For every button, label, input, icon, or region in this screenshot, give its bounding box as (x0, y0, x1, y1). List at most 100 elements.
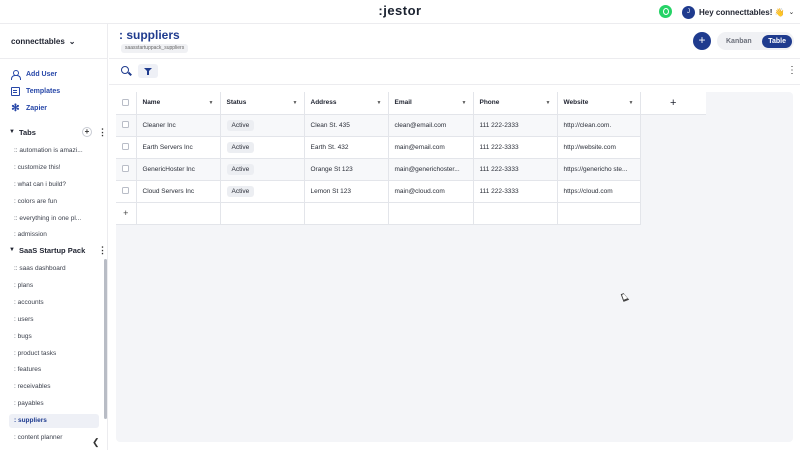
column-header[interactable]: Status ▼ (220, 92, 305, 115)
sidebar-item[interactable]: : product tasks (9, 347, 99, 361)
table-row[interactable]: Earth Servers Inc Active Earth St. 432 m… (116, 136, 706, 159)
sidebar-item[interactable]: : content planner (9, 431, 99, 445)
divider (0, 58, 108, 59)
column-header[interactable]: Website ▼ (557, 92, 641, 115)
row-checkbox[interactable] (116, 136, 137, 159)
pack-section-header[interactable]: ▼ SaaS Startup Pack ⋮ (9, 244, 107, 256)
divider (109, 84, 800, 85)
sidebar-scrollbar[interactable] (104, 259, 107, 419)
caret-down-icon[interactable]: ▼ (293, 100, 298, 106)
user-menu[interactable]: J Hey connecttables! 👋 ⌄ (682, 4, 794, 20)
sidebar-item[interactable]: : plans (9, 279, 99, 293)
sidebar-item[interactable]: : accounts (9, 296, 99, 310)
table-row[interactable]: Cloud Servers Inc Active Lemon St 123 ma… (116, 180, 706, 203)
empty-cell (473, 202, 558, 225)
cell-address[interactable]: Lemon St 123 (304, 180, 389, 203)
column-label: Website (563, 99, 589, 107)
cell-website[interactable]: http://website.com (557, 136, 641, 159)
sidebar-item[interactable]: : features (9, 363, 99, 377)
chevron-down-icon: ⌄ (68, 37, 76, 46)
row-checkbox[interactable] (116, 114, 137, 137)
templates-icon (11, 86, 20, 96)
sidebar-item[interactable]: : what can i build? (9, 178, 99, 192)
sidebar-item[interactable]: :: everything in one pl... (9, 212, 99, 226)
sidebar-item[interactable]: : receivables (9, 380, 99, 394)
tabs-section-header[interactable]: ▼ Tabs + ⋮ (9, 126, 107, 138)
column-header[interactable]: Phone ▼ (473, 92, 558, 115)
cell-website[interactable]: https://cloud.com (557, 180, 641, 203)
column-header[interactable]: Email ▼ (388, 92, 474, 115)
caret-down-icon[interactable]: ▼ (462, 100, 467, 106)
collapse-sidebar-icon[interactable]: ❮ (92, 437, 100, 448)
whatsapp-icon[interactable] (659, 5, 672, 18)
table-row[interactable]: GenericHoster Inc Active Orange St 123 m… (116, 158, 706, 181)
zapier-icon: ✻ (11, 102, 20, 114)
cell-status[interactable]: Active (220, 180, 305, 203)
cell-website[interactable]: http://clean.com. (557, 114, 641, 137)
add-record-button[interactable]: + (693, 32, 711, 50)
cell-address[interactable]: Orange St 123 (304, 158, 389, 181)
add-column-button[interactable]: + (640, 92, 706, 115)
row-checkbox[interactable] (116, 158, 137, 181)
templates-label: Templates (26, 87, 61, 95)
cell-status[interactable]: Active (220, 114, 305, 137)
sidebar-item[interactable]: : bugs (9, 330, 99, 344)
row-checkbox[interactable] (116, 180, 137, 203)
column-header[interactable]: Name ▼ (136, 92, 221, 115)
cell-email[interactable]: main@generichoster... (388, 158, 474, 181)
templates-button[interactable]: Templates (11, 85, 60, 97)
zapier-button[interactable]: ✻ Zapier (11, 102, 47, 114)
status-badge: Active (226, 185, 255, 197)
table-row[interactable]: Cleaner Inc Active Clean St. 435 clean@e… (116, 114, 706, 137)
cell-phone[interactable]: 111 222-3333 (473, 180, 558, 203)
add-user-button[interactable]: Add User (11, 68, 57, 80)
filter-icon[interactable] (138, 64, 158, 78)
cell-email[interactable]: clean@email.com (388, 114, 474, 137)
sidebar-item[interactable]: : admission (9, 228, 99, 242)
data-table: Name ▼ Status ▼ Address ▼ Email ▼ Phone ▼ Web… (116, 92, 706, 225)
cell-name[interactable]: GenericHoster Inc (136, 158, 221, 181)
empty-cell (220, 202, 305, 225)
select-all-checkbox[interactable] (116, 92, 137, 115)
kanban-view-button[interactable]: Kanban (726, 38, 752, 45)
cell-name[interactable]: Cloud Servers Inc (136, 180, 221, 203)
status-badge: Active (226, 141, 255, 153)
caret-down-icon[interactable]: ▼ (629, 100, 634, 106)
sidebar-item[interactable]: : customize this! (9, 161, 99, 175)
column-header[interactable]: Address ▼ (304, 92, 389, 115)
more-options-icon[interactable]: ⋮ (787, 65, 797, 76)
app-logo[interactable]: :jestor (0, 3, 800, 18)
cell-phone[interactable]: 111 222-2333 (473, 114, 558, 137)
sidebar-item-suppliers[interactable]: : suppliers (9, 414, 99, 428)
more-options-icon[interactable]: ⋮ (98, 245, 107, 256)
divider (109, 58, 800, 59)
cell-email[interactable]: main@email.com (388, 136, 474, 159)
add-tab-button[interactable]: + (82, 127, 92, 137)
sidebar-item[interactable]: : users (9, 313, 99, 327)
sidebar-item[interactable]: : payables (9, 397, 99, 411)
table-view-button[interactable]: Table (762, 34, 792, 48)
cell-name[interactable]: Cleaner Inc (136, 114, 221, 137)
caret-down-icon: ▼ (9, 247, 15, 253)
cell-phone[interactable]: 111 222-3333 (473, 158, 558, 181)
cell-address[interactable]: Earth St. 432 (304, 136, 389, 159)
cell-phone[interactable]: 111 222-3333 (473, 136, 558, 159)
more-options-icon[interactable]: ⋮ (98, 127, 107, 138)
add-row[interactable]: + (116, 202, 706, 225)
caret-down-icon[interactable]: ▼ (546, 100, 551, 106)
sidebar-item[interactable]: : colors are fun (9, 195, 99, 209)
caret-down-icon[interactable]: ▼ (377, 100, 382, 106)
cell-status[interactable]: Active (220, 136, 305, 159)
search-icon[interactable] (119, 64, 133, 78)
add-row-button[interactable]: + (116, 202, 137, 225)
cell-name[interactable]: Earth Servers Inc (136, 136, 221, 159)
cell-address[interactable]: Clean St. 435 (304, 114, 389, 137)
caret-down-icon[interactable]: ▼ (209, 100, 214, 106)
workspace-switcher[interactable]: connecttables ⌄ (11, 37, 76, 46)
cell-website[interactable]: https://genericho ste... (557, 158, 641, 181)
user-greeting: Hey connecttables! 👋 (699, 7, 785, 17)
cell-email[interactable]: main@cloud.com (388, 180, 474, 203)
sidebar-item[interactable]: :: saas dashboard (9, 262, 99, 276)
sidebar-item[interactable]: :: automation is amazi... (9, 144, 99, 158)
cell-status[interactable]: Active (220, 158, 305, 181)
